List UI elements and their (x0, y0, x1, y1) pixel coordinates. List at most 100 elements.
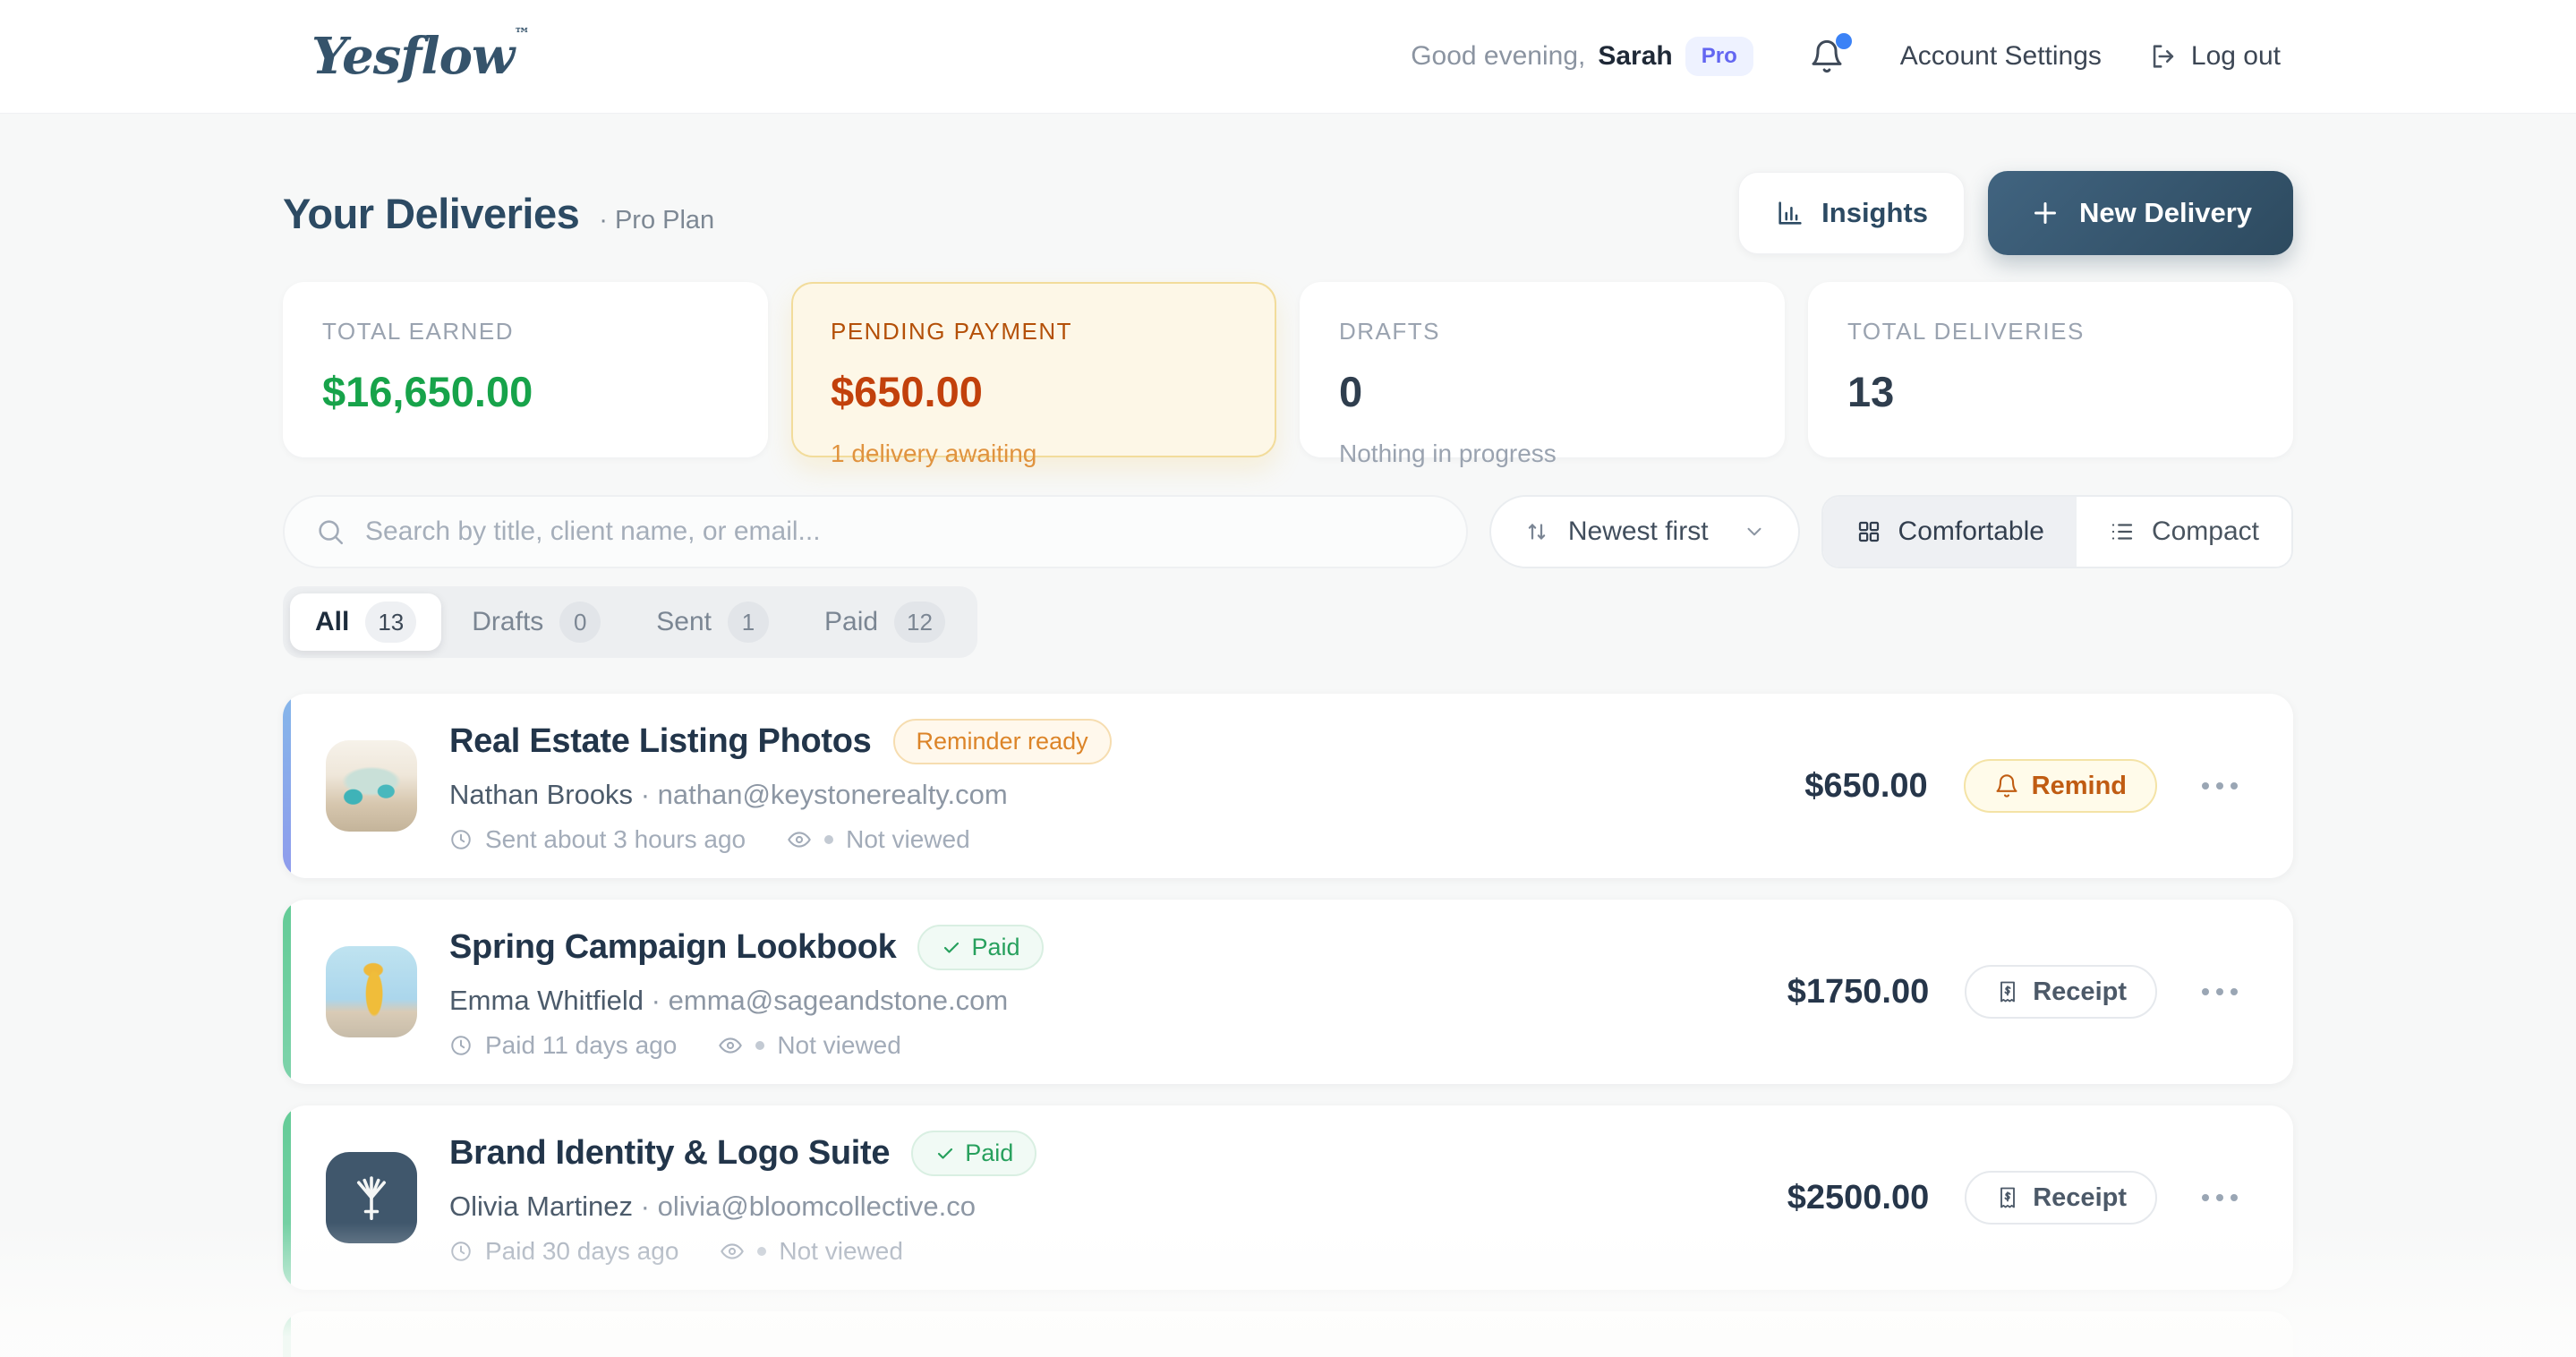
client-info: Emma Whitfield · emma@sageandstone.com (449, 985, 1044, 1017)
bell-icon (1994, 773, 2019, 798)
delivery-row[interactable]: Brand Identity & Logo Suite Paid Olivia … (283, 1105, 2293, 1290)
check-icon (941, 936, 962, 958)
new-delivery-button[interactable]: New Delivery (1988, 171, 2293, 255)
view-compact-button[interactable]: Compact (2077, 497, 2291, 567)
receipt-icon (1995, 979, 2020, 1004)
page-title: Your Deliveries (283, 189, 579, 238)
delivery-title: Brand Identity & Logo Suite (449, 1134, 890, 1173)
stat-label: DRAFTS (1339, 318, 1745, 346)
eye-icon (720, 1239, 745, 1264)
delivery-price: $2500.00 (1787, 1179, 1930, 1217)
dot-separator (755, 1041, 764, 1050)
notifications-button[interactable] (1809, 38, 1845, 74)
delivery-thumbnail (326, 1152, 417, 1243)
delivery-meta: Paid 30 days ago Not viewed (449, 1237, 1036, 1266)
search-input[interactable] (365, 516, 1436, 547)
logout-icon (2148, 41, 2179, 72)
check-icon (934, 1142, 956, 1164)
status-badge: Reminder ready (893, 719, 1112, 764)
row-menu-button[interactable] (2193, 773, 2247, 798)
chevron-down-icon (1743, 520, 1766, 543)
eye-icon (787, 827, 812, 852)
status-accent-stripe (283, 694, 291, 878)
delivery-price: $1750.00 (1787, 973, 1930, 1011)
receipt-button[interactable]: Receipt (1965, 965, 2157, 1019)
list-icon (2109, 518, 2136, 545)
app-logo: Yesflow™ (311, 27, 529, 86)
view-density-toggle: Comfortable Compact (1821, 495, 2293, 568)
search-box (283, 495, 1468, 568)
delivery-row[interactable]: Spring Campaign Lookbook Paid Emma Whitf… (283, 900, 2293, 1084)
insights-button[interactable]: Insights (1738, 172, 1965, 254)
stat-value: $650.00 (831, 367, 1237, 416)
row-menu-button[interactable] (2193, 979, 2247, 1004)
tab-count: 12 (894, 602, 945, 643)
stat-label: TOTAL DELIVERIES (1847, 318, 2254, 346)
sort-selected-value: Newest first (1568, 516, 1709, 547)
grid-icon (1855, 518, 1882, 545)
delivery-row[interactable]: Real Estate Listing Photos Reminder read… (283, 694, 2293, 878)
stat-card-drafts: DRAFTS 0 Nothing in progress (1300, 282, 1785, 457)
account-settings-link[interactable]: Account Settings (1900, 41, 2102, 72)
status-badge: Paid (911, 1131, 1036, 1176)
delivery-price: $650.00 (1804, 767, 1927, 806)
dot-separator (757, 1247, 766, 1256)
user-name: Sarah (1598, 41, 1672, 72)
view-comfortable-button[interactable]: Comfortable (1823, 497, 2077, 567)
sort-arrows-icon (1523, 518, 1550, 545)
plan-note: · Pro Plan (599, 206, 714, 235)
greeting: Good evening, Sarah Pro (1411, 37, 1753, 76)
logout-link[interactable]: Log out (2148, 41, 2281, 72)
delivery-title: Real Estate Listing Photos (449, 722, 872, 761)
list-controls: Newest first Comfortable Compact (283, 495, 2293, 568)
header-actions: Good evening, Sarah Pro Account Settings… (1411, 37, 2281, 76)
greeting-text: Good evening, (1411, 41, 1585, 72)
tab-count: 1 (728, 602, 769, 643)
client-info: Olivia Martinez · olivia@bloomcollective… (449, 1191, 1036, 1223)
sort-dropdown[interactable]: Newest first (1489, 495, 1800, 568)
stat-subtext: 1 delivery awaiting (831, 440, 1237, 468)
delivery-row[interactable]: E-Commerce Product Photography Paid (283, 1311, 2293, 1357)
app-header: Yesflow™ Good evening, Sarah Pro Account… (0, 0, 2576, 114)
dot-separator (824, 835, 833, 844)
tab-sent[interactable]: Sent 1 (631, 593, 794, 651)
trademark-mark: ™ (514, 25, 529, 44)
delivery-meta: Paid 11 days ago Not viewed (449, 1031, 1044, 1060)
stat-label: PENDING PAYMENT (831, 318, 1237, 346)
stat-value: 13 (1847, 367, 2254, 416)
plan-badge: Pro (1685, 37, 1753, 76)
status-filter-tabs: All 13 Drafts 0 Sent 1 Paid 12 (283, 586, 977, 658)
plus-icon (2029, 197, 2061, 229)
tab-drafts[interactable]: Drafts 0 (447, 593, 626, 651)
receipt-button[interactable]: Receipt (1965, 1171, 2157, 1225)
page-title-row: Your Deliveries · Pro Plan Insights New … (283, 171, 2293, 255)
stat-card-total-deliveries: TOTAL DELIVERIES 13 (1808, 282, 2293, 457)
stat-subtext: Nothing in progress (1339, 440, 1745, 468)
stat-value: $16,650.00 (322, 367, 729, 416)
eye-icon (718, 1033, 743, 1058)
clock-icon (449, 1240, 473, 1263)
main-content: Your Deliveries · Pro Plan Insights New … (283, 171, 2293, 1357)
tab-count: 13 (365, 602, 416, 643)
tab-paid[interactable]: Paid 12 (799, 593, 970, 651)
delivery-thumbnail (326, 740, 417, 832)
receipt-icon (1995, 1185, 2020, 1210)
status-accent-stripe (283, 1311, 291, 1357)
remind-button[interactable]: Remind (1964, 759, 2157, 813)
clock-icon (449, 828, 473, 851)
delivery-thumbnail (326, 946, 417, 1037)
delivery-meta: Sent about 3 hours ago Not viewed (449, 825, 1112, 854)
stat-value: 0 (1339, 367, 1745, 416)
status-badge: Paid (917, 925, 1043, 970)
stat-card-total-earned: TOTAL EARNED $16,650.00 (283, 282, 768, 457)
stats-row: TOTAL EARNED $16,650.00 PENDING PAYMENT … (283, 282, 2293, 457)
client-info: Nathan Brooks · nathan@keystonerealty.co… (449, 779, 1112, 811)
delivery-title: Spring Campaign Lookbook (449, 928, 896, 967)
status-accent-stripe (283, 900, 291, 1084)
row-menu-button[interactable] (2193, 1185, 2247, 1210)
deliveries-list: Real Estate Listing Photos Reminder read… (283, 694, 2293, 1357)
search-icon (315, 516, 345, 547)
tab-all[interactable]: All 13 (290, 593, 441, 651)
clock-icon (449, 1034, 473, 1057)
stat-card-pending-payment: PENDING PAYMENT $650.00 1 delivery await… (791, 282, 1276, 457)
